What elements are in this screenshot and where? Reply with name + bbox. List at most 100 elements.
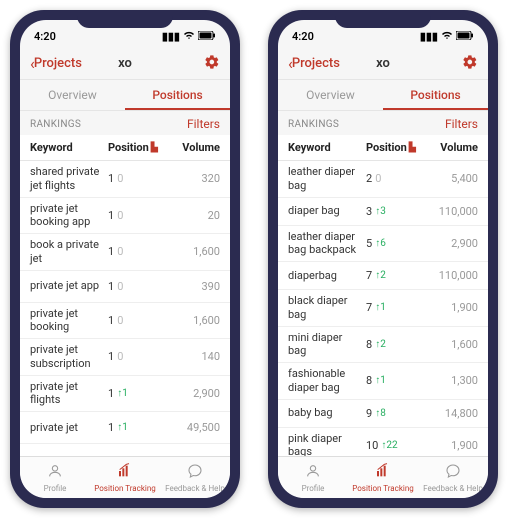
table-row[interactable]: leather diaper bag backpack5↑62,900 <box>278 226 488 263</box>
tabbar-tracking[interactable]: Position Tracking <box>90 457 160 498</box>
filters-button[interactable]: Filters <box>187 117 220 131</box>
cell-keyword: baby bag <box>278 406 366 420</box>
gear-icon[interactable] <box>462 54 478 74</box>
change-up: ↑6 <box>375 238 386 249</box>
cell-position: 3↑3 <box>366 205 426 218</box>
tabbar-profile[interactable]: Profile <box>20 457 90 498</box>
change-up: ↑8 <box>375 408 386 419</box>
table-row[interactable]: mini diaper bag8↑21,600 <box>278 327 488 364</box>
cell-volume: 14,800 <box>426 407 488 420</box>
cell-position: 10↑22 <box>366 439 426 452</box>
table-row[interactable]: pink diaper bags10↑221,900 <box>278 428 488 457</box>
sort-asc-icon: ▙ <box>151 143 158 153</box>
table-row[interactable]: private jet1↑149,500 <box>20 412 230 444</box>
sub-head: RANKINGS Filters <box>20 111 230 135</box>
tabbar-profile[interactable]: Profile <box>278 457 348 498</box>
tabbar-feedback[interactable]: Feedback & Help <box>160 457 230 498</box>
col-volume[interactable]: Volume <box>168 141 230 154</box>
rank-value: 8 <box>366 374 372 387</box>
tabs: Overview Positions <box>20 80 230 111</box>
cell-keyword: pink diaper bags <box>278 432 366 457</box>
cell-position: 10 <box>108 314 168 327</box>
tab-bar: Profile Position Tracking Feedback & Hel… <box>278 456 488 498</box>
col-position[interactable]: Position ▙ <box>108 141 168 154</box>
tab-overview[interactable]: Overview <box>20 80 125 110</box>
tab-positions[interactable]: Positions <box>383 80 488 110</box>
change-zero: 0 <box>117 245 123 258</box>
cell-keyword: private jet <box>20 421 108 435</box>
col-keyword[interactable]: Keyword <box>278 141 366 154</box>
change-up: ↑2 <box>375 270 386 281</box>
table-row[interactable]: baby bag9↑814,800 <box>278 400 488 428</box>
tab-positions[interactable]: Positions <box>125 80 230 110</box>
gear-icon[interactable] <box>204 54 220 74</box>
table-row[interactable]: private jet booking101,600 <box>20 303 230 340</box>
table-row[interactable]: shared private jet flights10320 <box>20 161 230 198</box>
change-zero: 0 <box>117 314 123 327</box>
tabbar-feedback-label: Feedback & Help <box>165 484 225 493</box>
change-up: ↑2 <box>375 339 386 350</box>
cell-position: 9↑8 <box>366 407 426 420</box>
cell-volume: 320 <box>168 172 230 185</box>
col-position-label: Position <box>366 141 407 154</box>
table-head: Keyword Position ▙ Volume <box>20 135 230 161</box>
table-row[interactable]: private jet app10390 <box>20 271 230 303</box>
cell-position: 10 <box>108 209 168 222</box>
rank-value: 1 <box>108 387 114 400</box>
tab-overview[interactable]: Overview <box>278 80 383 110</box>
phone-left: 4:20 ▮▮▮ ‹ Projects xo Overview <box>10 10 240 508</box>
table-row[interactable]: private jet booking app1020 <box>20 198 230 235</box>
rank-value: 7 <box>366 301 372 314</box>
cell-volume: 1,600 <box>168 314 230 327</box>
rows-right[interactable]: leather diaper bag205,400diaper bag3↑311… <box>278 161 488 456</box>
rank-value: 1 <box>108 314 114 327</box>
cell-position: 10 <box>108 280 168 293</box>
back-button[interactable]: ‹ Projects <box>288 54 340 73</box>
cell-volume: 1,600 <box>426 338 488 351</box>
cell-volume: 1,600 <box>168 245 230 258</box>
table-row[interactable]: diaper bag3↑3110,000 <box>278 198 488 226</box>
speech-icon <box>445 463 461 483</box>
col-position[interactable]: Position ▙ <box>366 141 426 154</box>
cell-volume: 1,900 <box>426 301 488 314</box>
screen-right: 4:20 ▮▮▮ ‹ Projects xo Overview <box>278 20 488 498</box>
page-title: xo <box>118 56 132 71</box>
tabs: Overview Positions <box>278 80 488 111</box>
tabbar-feedback-label: Feedback & Help <box>423 484 483 493</box>
table-row[interactable]: book a private jet101,600 <box>20 234 230 271</box>
change-zero: 0 <box>375 172 381 185</box>
filters-button[interactable]: Filters <box>445 117 478 131</box>
cell-position: 7↑1 <box>366 301 426 314</box>
phone-right: 4:20 ▮▮▮ ‹ Projects xo Overview <box>268 10 498 508</box>
change-up: ↑3 <box>375 206 386 217</box>
tabbar-feedback[interactable]: Feedback & Help <box>418 457 488 498</box>
change-zero: 0 <box>117 172 123 185</box>
rank-value: 7 <box>366 269 372 282</box>
table-row[interactable]: private jet subscription10140 <box>20 339 230 376</box>
sub-head: RANKINGS Filters <box>278 111 488 135</box>
table-row[interactable]: diaperbag7↑2110,000 <box>278 262 488 290</box>
cell-keyword: diaper bag <box>278 204 366 218</box>
table-row[interactable]: private jet flights1↑12,900 <box>20 376 230 413</box>
cell-position: 10 <box>108 172 168 185</box>
notch <box>77 10 173 28</box>
change-up: ↑1 <box>375 302 386 313</box>
cell-volume: 2,900 <box>168 387 230 400</box>
cell-keyword: private jet subscription <box>20 343 108 371</box>
table-row[interactable]: black diaper bag7↑11,900 <box>278 290 488 327</box>
col-position-label: Position <box>108 141 149 154</box>
cell-volume: 2,900 <box>426 237 488 250</box>
table-row[interactable]: fashionable diaper bag8↑11,300 <box>278 363 488 400</box>
cell-keyword: book a private jet <box>20 238 108 266</box>
col-volume[interactable]: Volume <box>426 141 488 154</box>
cell-volume: 140 <box>168 350 230 363</box>
back-button[interactable]: ‹ Projects <box>30 54 82 73</box>
rows-left[interactable]: shared private jet flights10320private j… <box>20 161 230 456</box>
table-row[interactable]: leather diaper bag205,400 <box>278 161 488 198</box>
col-keyword[interactable]: Keyword <box>20 141 108 154</box>
tabbar-tracking[interactable]: Position Tracking <box>348 457 418 498</box>
cell-position: 7↑2 <box>366 269 426 282</box>
cell-keyword: leather diaper bag backpack <box>278 230 366 258</box>
status-time: 4:20 <box>292 30 314 43</box>
cell-keyword: leather diaper bag <box>278 165 366 193</box>
